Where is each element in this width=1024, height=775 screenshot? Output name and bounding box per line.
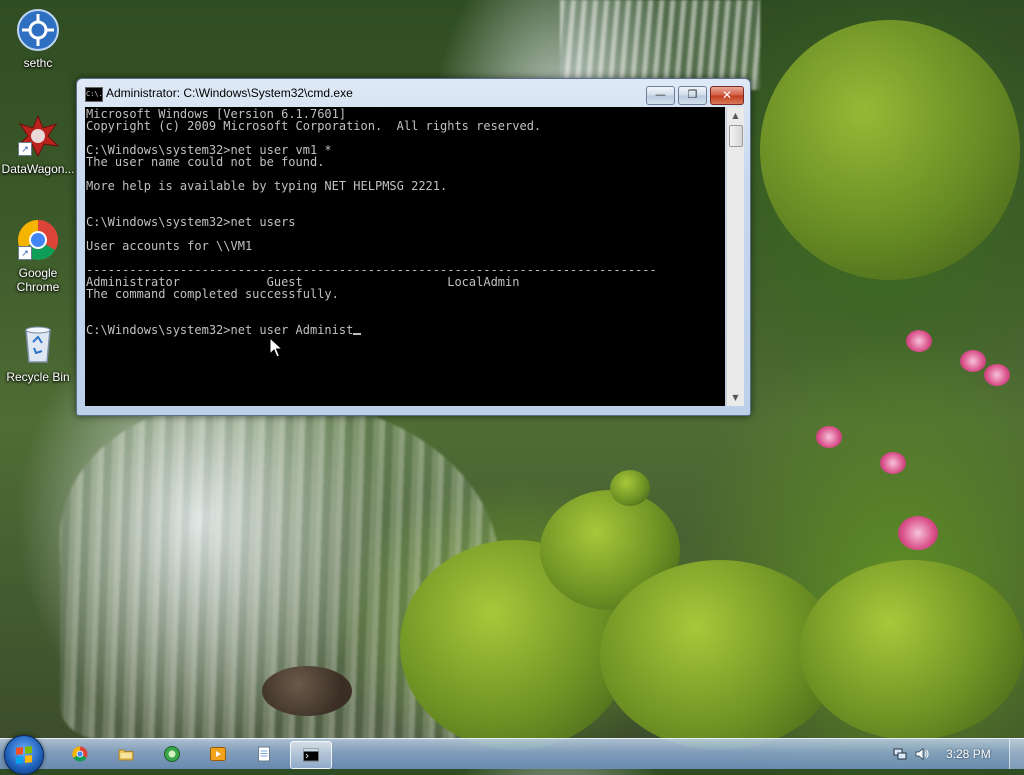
media-center-icon [164,746,180,762]
taskbar-media-center[interactable] [152,741,192,767]
taskbar: 3:28 PM [0,735,1024,775]
cmd-icon[interactable]: C:\. [85,87,103,102]
taskbar-chrome[interactable] [60,741,100,767]
cmd-window[interactable]: C:\. Administrator: C:\Windows\System32\… [76,78,751,416]
wallpaper-flower [984,364,1010,386]
close-button[interactable]: ✕ [710,86,744,105]
console-output[interactable]: Microsoft Windows [Version 6.1.7601] Cop… [85,107,725,406]
desktop-icon-sethc[interactable]: sethc [1,8,75,70]
network-icon[interactable] [893,747,907,761]
window-titlebar[interactable]: C:\. Administrator: C:\Windows\System32\… [77,79,750,107]
desktop-icon-label: Google Chrome [16,266,60,294]
wallpaper-flower [960,350,986,372]
shortcut-arrow-icon: ↗ [18,142,32,156]
vertical-scrollbar[interactable]: ▲ ▼ [726,107,744,406]
scroll-up-arrow-icon[interactable]: ▲ [727,107,744,124]
wallpaper-waterfall-top [560,0,760,90]
folder-icon [118,749,134,761]
wallpaper-rock [262,666,352,716]
show-desktop-button[interactable] [1009,739,1024,769]
datawagon-icon: ↗ [16,114,60,158]
wallpaper-moss [760,20,1020,280]
start-button[interactable] [4,735,44,775]
sethc-icon [16,8,60,52]
windows-logo-icon [16,746,32,764]
desktop-icon-label: DataWagon... [1,162,75,176]
desktop-icon-label: Recycle Bin [6,370,70,384]
maximize-button[interactable]: ❐ [678,86,707,105]
volume-icon[interactable] [915,747,929,761]
console-line: User accounts for \\VM1 [86,239,253,253]
mouse-pointer-icon [269,337,283,358]
media-player-icon [210,747,226,761]
wallpaper-flower [816,426,842,448]
desktop-icon-datawagon[interactable]: ↗ DataWagon... [1,114,75,176]
recycle-bin-icon [16,322,60,366]
text-cursor [353,333,362,335]
taskbar-clock[interactable]: 3:28 PM [946,747,991,761]
taskbar-media-player[interactable] [198,741,238,767]
minimize-button[interactable]: — [646,86,675,105]
desktop-icon-recycle-bin[interactable]: Recycle Bin [1,322,75,384]
taskbar-cmd[interactable] [290,741,332,769]
chrome-icon [72,746,88,762]
wallpaper-moss [610,470,650,506]
wallpaper-flower [898,516,938,550]
window-title: Administrator: C:\Windows\System32\cmd.e… [106,86,353,100]
console-text: Microsoft Windows [Version 6.1.7601] Cop… [86,108,657,336]
console-line: C:\Windows\system32>net user Administ [86,323,354,337]
scroll-down-arrow-icon[interactable]: ▼ [727,389,744,406]
wallpaper-flower [906,330,932,352]
console-line: The user name could not be found. [86,155,325,169]
console-line: More help is available by typing NET HEL… [86,179,448,193]
shortcut-arrow-icon: ↗ [18,246,32,260]
wallpaper-flower [880,452,906,474]
console-line: Copyright (c) 2009 Microsoft Corporation… [86,119,542,133]
desktop-icon-google-chrome[interactable]: ↗ Google Chrome [1,218,75,294]
console-line: The command completed successfully. [86,287,339,301]
wallpaper-moss [800,560,1024,740]
chrome-icon: ↗ [16,218,60,262]
scrollbar-thumb[interactable] [729,125,743,147]
cmd-icon [303,748,319,762]
taskbar-explorer[interactable] [106,741,146,767]
taskbar-notepad[interactable] [244,741,284,767]
desktop-icon-label: sethc [23,56,53,70]
notepad-icon [258,746,270,762]
console-line: C:\Windows\system32>net users [86,215,296,229]
